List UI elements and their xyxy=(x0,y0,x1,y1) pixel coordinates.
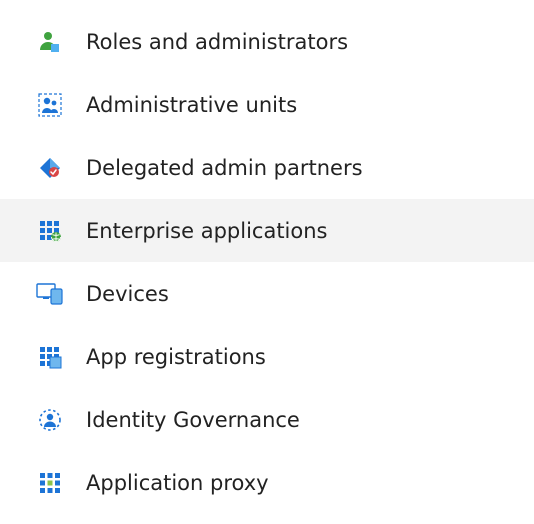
sidebar-item-label: Delegated admin partners xyxy=(86,156,363,180)
sidebar-item-label: App registrations xyxy=(86,345,266,369)
sidebar-nav: Roles and administrators Administrative … xyxy=(0,0,534,514)
sidebar-item-label: Devices xyxy=(86,282,169,306)
sidebar-item-label: Roles and administrators xyxy=(86,30,348,54)
delegated-admin-partners-icon xyxy=(36,154,64,182)
devices-icon xyxy=(36,280,64,308)
enterprise-applications-icon xyxy=(36,217,64,245)
sidebar-item-roles-and-administrators[interactable]: Roles and administrators xyxy=(0,10,534,73)
identity-governance-icon xyxy=(36,406,64,434)
sidebar-item-application-proxy[interactable]: Application proxy xyxy=(0,451,534,514)
sidebar-item-administrative-units[interactable]: Administrative units xyxy=(0,73,534,136)
sidebar-item-label: Application proxy xyxy=(86,471,269,495)
sidebar-item-label: Identity Governance xyxy=(86,408,300,432)
roles-admins-icon xyxy=(36,28,64,56)
sidebar-item-devices[interactable]: Devices xyxy=(0,262,534,325)
sidebar-item-app-registrations[interactable]: App registrations xyxy=(0,325,534,388)
sidebar-item-delegated-admin-partners[interactable]: Delegated admin partners xyxy=(0,136,534,199)
app-registrations-icon xyxy=(36,343,64,371)
sidebar-item-label: Enterprise applications xyxy=(86,219,327,243)
administrative-units-icon xyxy=(36,91,64,119)
application-proxy-icon xyxy=(36,469,64,497)
sidebar-item-enterprise-applications[interactable]: Enterprise applications xyxy=(0,199,534,262)
sidebar-item-identity-governance[interactable]: Identity Governance xyxy=(0,388,534,451)
sidebar-item-label: Administrative units xyxy=(86,93,297,117)
